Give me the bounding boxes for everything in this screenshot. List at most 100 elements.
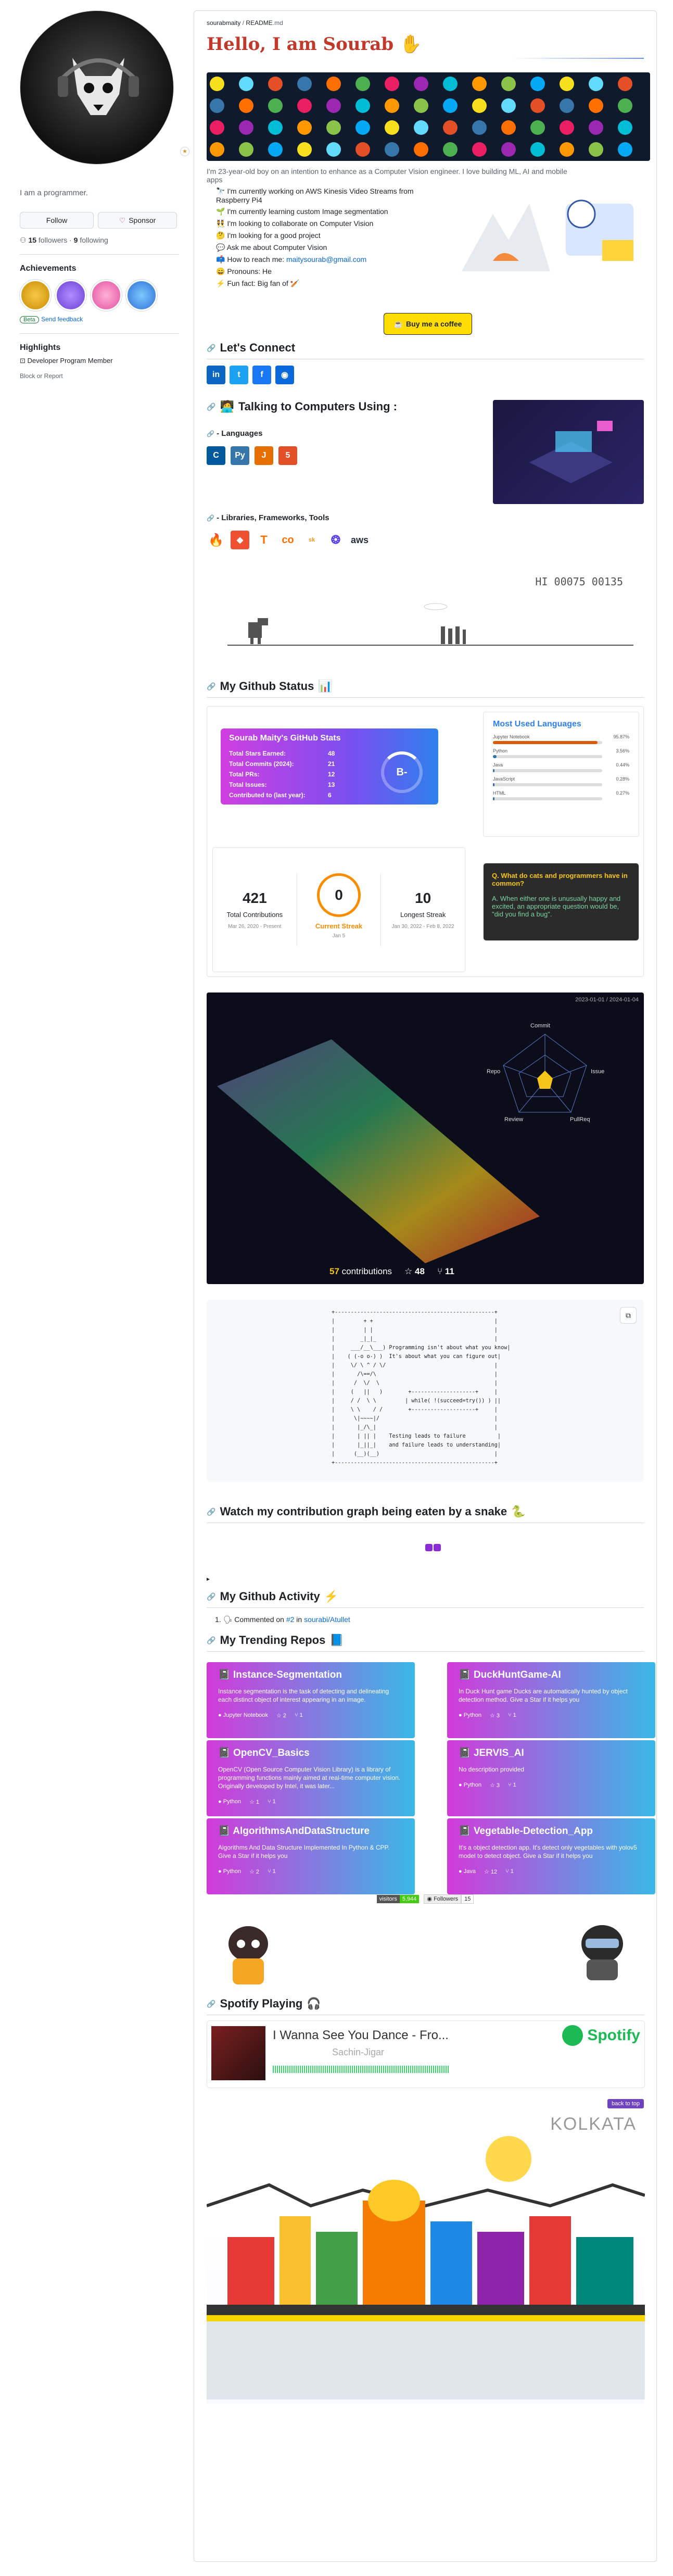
follow-label: Follow	[46, 216, 68, 224]
lightning-icon: ⚡	[324, 1590, 339, 1603]
quickdraw-badge-icon[interactable]	[55, 280, 86, 311]
highlights-heading: Highlights	[20, 343, 61, 352]
kolkata-title: KOLKATA	[550, 2114, 637, 2134]
repo-link[interactable]: sourabi/Atullet	[304, 1615, 350, 1624]
pull-shark-badge-icon[interactable]	[20, 280, 51, 311]
current-streak-label: Current Streak	[315, 922, 363, 930]
readme-title: Hello, I am Sourab ✋	[207, 34, 422, 55]
developer-program-item: ⊡ Developer Program Member	[20, 357, 113, 365]
about-item: 🤔 I'm looking for a good project	[216, 231, 321, 240]
total-range: Mar 26, 2020 - Present	[228, 924, 282, 929]
send-feedback-link[interactable]: Send feedback	[41, 316, 83, 323]
tech-logo	[355, 77, 370, 91]
tech-logo	[560, 98, 574, 113]
follow-button[interactable]: Follow	[20, 212, 94, 229]
tech-logo	[239, 120, 253, 135]
issue-link[interactable]: #2	[286, 1615, 295, 1624]
coffee-cup-icon: ☕	[393, 319, 403, 328]
about-item: 📫 How to reach me: maitysourab@gmail.com	[216, 255, 367, 263]
longest-range: Jan 30, 2022 - Feb 8, 2022	[391, 924, 454, 929]
repo-card[interactable]: 📓 DuckHuntGame-AI In Duck Hunt game Ducks…	[447, 1662, 655, 1738]
tech-logo	[501, 120, 516, 135]
html5-icon: 5	[278, 446, 297, 465]
tech-logo	[297, 77, 312, 91]
back-to-top-button[interactable]: back to top	[607, 2099, 644, 2108]
repo-card[interactable]: 📓 OpenCV_Basics OpenCV (Open Source Compu…	[207, 1740, 415, 1816]
octocat-row	[207, 1907, 644, 1996]
block-report-link[interactable]: Block or Report	[20, 372, 179, 380]
repo-name: 📓 DuckHuntGame-AI	[459, 1669, 561, 1680]
sponsor-button[interactable]: ♡ Sponsor	[98, 212, 177, 229]
anchor-link-icon[interactable]: 🔗	[207, 682, 215, 691]
anchor-link-icon[interactable]: 🔗	[207, 344, 215, 353]
java-icon: J	[255, 446, 273, 465]
starstruck-badge-icon[interactable]	[91, 280, 122, 311]
anchor-link-icon[interactable]: 🔗	[207, 2000, 215, 2008]
tech-logo	[530, 98, 545, 113]
github-stats-card: Sourab Maity's GitHub Stats Total Stars …	[221, 728, 438, 805]
twitter-icon[interactable]: t	[230, 366, 248, 384]
linkedin-icon[interactable]: in	[207, 366, 225, 384]
tech-logo	[326, 98, 341, 113]
profile-bio: I am a programmer.	[20, 189, 88, 197]
anchor-link-icon[interactable]: 🔗	[207, 514, 214, 522]
tech-logo	[414, 77, 428, 91]
repo-meta: ● Java ☆ 12 ⑂ 1	[459, 1868, 514, 1875]
repo-card[interactable]: 📓 JERVIS_AI No description provided ● Pyth…	[447, 1740, 655, 1816]
anchor-link-icon[interactable]: 🔗	[207, 1592, 215, 1601]
fork-icon: ⑂ 1	[505, 1868, 514, 1875]
activity-heading: 🔗 My Github Activity ⚡	[207, 1590, 339, 1603]
connect-heading: 🔗 Let's Connect	[207, 341, 296, 354]
breadcrumb-owner[interactable]: sourabmaity	[207, 19, 240, 27]
spotify-card[interactable]: I Wanna See You Dance - Fro... Sachin-Ji…	[207, 2020, 645, 2088]
tech-logo	[297, 120, 312, 135]
following-link[interactable]: 9 following	[74, 236, 108, 244]
fork-icon: ⑂ 11	[437, 1266, 454, 1276]
tech-logo	[443, 77, 458, 91]
tech-logo	[414, 120, 428, 135]
yolo-badge-icon[interactable]	[126, 280, 157, 311]
status-emoji-icon[interactable]: ★	[180, 147, 189, 156]
tech-logo	[530, 142, 545, 157]
facebook-icon[interactable]: f	[252, 366, 271, 384]
tech-logo	[618, 77, 632, 91]
intro-text: I'm 23-year-old boy on an intention to e…	[207, 167, 567, 184]
followers-link[interactable]: 15 followers	[28, 236, 67, 244]
github-icon[interactable]: ◉	[275, 366, 294, 384]
spotify-logo: Spotify	[562, 2025, 640, 2046]
repo-name: 📓 Instance-Segmentation	[218, 1669, 342, 1680]
anchor-link-icon[interactable]: 🔗	[207, 403, 215, 411]
tech-logo	[268, 77, 283, 91]
opencv-icon: ❂	[326, 531, 345, 549]
repo-card[interactable]: 📓 Vegetable-Detection_App It's a object d…	[447, 1818, 655, 1894]
radar-label: PullReq	[570, 1116, 590, 1123]
ascii-art: +---------------------------------------…	[332, 1310, 511, 1466]
tech-logo	[268, 142, 283, 157]
tech-logo	[618, 142, 632, 157]
dino-score: HI 00075 00135	[535, 575, 623, 588]
play-triangle-icon[interactable]: ▸	[207, 1575, 210, 1582]
repo-card[interactable]: 📓 AlgorithmsAndDataStructure Algorithms A…	[207, 1818, 415, 1894]
stats-title: Sourab Maity's GitHub Stats	[229, 734, 341, 743]
radar-label: Issue	[591, 1069, 605, 1075]
avatar[interactable]	[20, 10, 174, 165]
anchor-link-icon[interactable]: 🔗	[207, 430, 214, 437]
email-link[interactable]: maitysourab@gmail.com	[286, 255, 366, 263]
spotify-heading: 🔗 Spotify Playing 🎧	[207, 1997, 321, 2010]
repo-card[interactable]: 📓 Instance-Segmentation Instance segmenta…	[207, 1662, 415, 1738]
tech-logo	[472, 120, 487, 135]
repo-desc: OpenCV (Open Source Computer Vision Libr…	[218, 1766, 401, 1790]
language-row: Python 3.56%	[493, 748, 629, 758]
anchor-link-icon[interactable]: 🔗	[207, 1507, 215, 1516]
repo-name: 📓 JERVIS_AI	[459, 1748, 524, 1758]
heart-icon: ♡	[119, 216, 126, 224]
longest-streak-label: Longest Streak	[400, 911, 446, 919]
copy-icon[interactable]: ⧉	[620, 1307, 637, 1324]
chart-icon: 📊	[318, 680, 333, 693]
buy-me-coffee-button[interactable]: ☕ Buy me a coffee	[384, 313, 472, 335]
star-icon: ☆ 2	[276, 1713, 286, 1719]
anchor-link-icon[interactable]: 🔗	[207, 1636, 215, 1645]
snake-icon: 🐍	[511, 1505, 526, 1518]
total-contrib: 421	[242, 890, 267, 906]
tech-logo	[210, 77, 224, 91]
